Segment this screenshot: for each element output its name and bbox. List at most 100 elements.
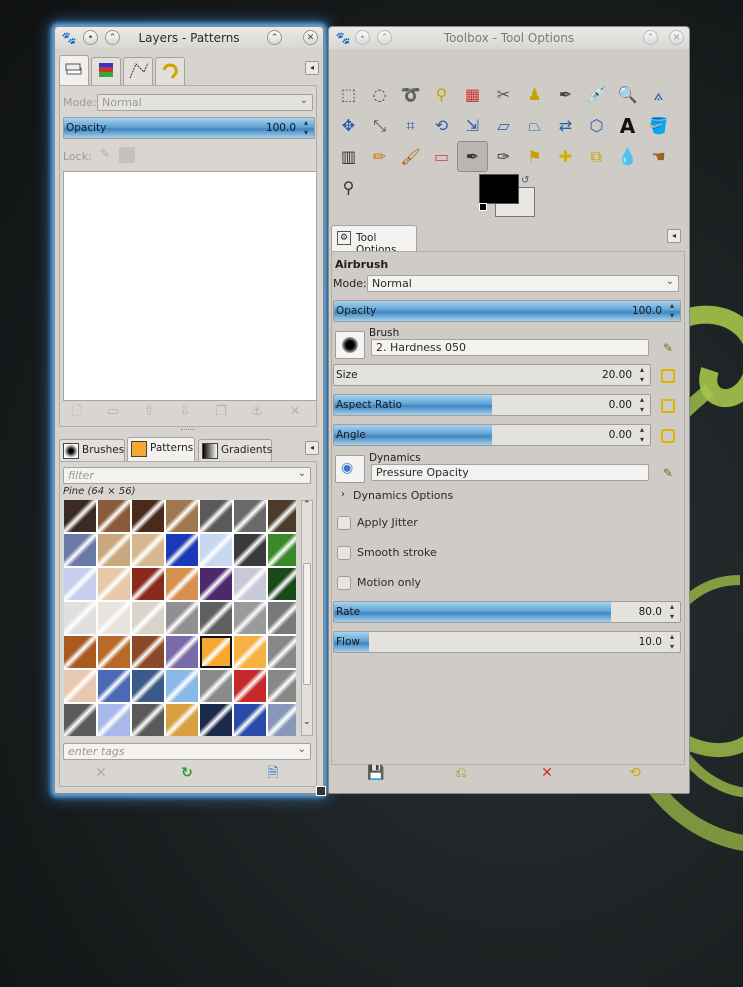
pattern-swatch[interactable] <box>98 670 130 702</box>
motion-only-checkbox[interactable] <box>337 576 351 590</box>
tags-input[interactable]: enter tags ⌄ <box>63 743 311 760</box>
ink-icon[interactable]: ✑ <box>488 141 519 172</box>
pattern-swatch[interactable] <box>64 500 96 532</box>
tab-patterns[interactable]: Patterns <box>127 437 195 461</box>
fuzzy-select-icon[interactable]: ⚲ <box>426 79 457 110</box>
paintbrush-icon[interactable]: 🖌 <box>395 141 426 172</box>
scrollbar-thumb[interactable] <box>303 563 311 685</box>
pattern-swatch[interactable] <box>132 568 164 600</box>
dynamics-options-expander[interactable]: Dynamics Options <box>353 489 453 502</box>
apply-jitter-checkbox[interactable] <box>337 516 351 530</box>
pattern-grid[interactable] <box>64 500 296 736</box>
pattern-swatch[interactable] <box>64 636 96 668</box>
dodge-burn-icon[interactable]: ⚲ <box>333 172 364 203</box>
pattern-swatch[interactable] <box>132 534 164 566</box>
rate-spin[interactable]: Rate 80.0 ▴ ▾ <box>333 601 681 623</box>
pattern-swatch[interactable] <box>98 534 130 566</box>
rect-select-icon[interactable]: ⬚ <box>333 79 364 110</box>
smooth-stroke-checkbox[interactable] <box>337 546 351 560</box>
layers-list[interactable] <box>63 171 317 401</box>
tab-paths[interactable] <box>123 57 153 85</box>
swap-colors-icon[interactable]: ↺ <box>521 175 529 186</box>
pattern-swatch[interactable] <box>166 568 198 600</box>
resize-handle[interactable] <box>316 786 326 796</box>
layers-titlebar[interactable]: 🐾 • ⌃ Layers - Patterns ⌃ ✕ <box>55 27 323 49</box>
flip-icon[interactable]: ⇄ <box>550 110 581 141</box>
refresh-patterns-icon[interactable]: ↻ <box>179 765 195 781</box>
delete-pattern-icon[interactable]: ✕ <box>93 765 109 781</box>
toolbox-titlebar[interactable]: 🐾 • ⌃ Toolbox - Tool Options ⌃ ✕ <box>329 27 689 49</box>
tab-tool-options[interactable]: ⚙ Tool Options <box>331 225 417 256</box>
filter-input[interactable]: filter ⌄ <box>63 467 311 484</box>
pattern-swatch[interactable] <box>234 602 266 634</box>
pattern-swatch[interactable] <box>64 670 96 702</box>
foreground-color-swatch[interactable] <box>479 174 519 204</box>
spin-arrows-icon[interactable]: ▴ ▾ <box>635 365 649 385</box>
smudge-icon[interactable]: ☚ <box>643 141 674 172</box>
pattern-swatch[interactable] <box>166 670 198 702</box>
opacity-spin[interactable]: Opacity 100.0 ▴ ▾ <box>333 300 681 322</box>
tab-brushes[interactable]: Brushes <box>59 439 125 461</box>
delete-layer-icon[interactable]: ✕ <box>287 404 303 420</box>
blur-sharpen-icon[interactable]: 💧 <box>612 141 643 172</box>
layer-mode-select[interactable]: Normal ⌄ <box>97 94 313 111</box>
reset-angle-icon[interactable] <box>661 429 675 443</box>
close-icon[interactable]: ✕ <box>303 30 318 45</box>
pattern-swatch[interactable] <box>268 602 296 634</box>
pattern-swatch[interactable] <box>98 500 130 532</box>
tool-options-menu-icon[interactable]: ◂ <box>667 229 681 243</box>
pattern-swatch[interactable] <box>268 500 296 532</box>
pattern-swatch[interactable] <box>98 602 130 634</box>
pattern-swatch[interactable] <box>268 704 296 736</box>
pattern-swatch[interactable] <box>200 670 232 702</box>
spin-arrows-icon[interactable]: ▴ ▾ <box>299 118 313 138</box>
measure-icon[interactable]: ⟑ <box>643 79 674 110</box>
dynamics-preview[interactable]: ◉ <box>335 455 365 483</box>
pattern-swatch[interactable] <box>234 534 266 566</box>
pattern-swatch[interactable] <box>166 500 198 532</box>
pattern-swatch[interactable] <box>268 534 296 566</box>
crop-icon[interactable]: ⌗ <box>395 110 426 141</box>
angle-spin[interactable]: Angle 0.00 ▴ ▾ <box>333 424 651 446</box>
lower-layer-icon[interactable]: ⇩ <box>177 404 193 420</box>
default-colors-icon[interactable] <box>479 203 487 211</box>
pattern-swatch[interactable] <box>132 602 164 634</box>
spin-arrows-icon[interactable]: ▴ ▾ <box>665 602 679 622</box>
tab-gradients[interactable]: Gradients <box>198 439 272 461</box>
pattern-swatch[interactable] <box>200 534 232 566</box>
maximize-chevron-icon[interactable]: ⌃ <box>643 30 658 45</box>
pattern-swatch[interactable] <box>234 636 266 668</box>
pattern-swatch[interactable] <box>234 568 266 600</box>
patterns-panel-menu-icon[interactable]: ◂ <box>305 441 319 455</box>
spin-arrows-icon[interactable]: ▴ ▾ <box>665 632 679 652</box>
clone-icon[interactable]: ⚑ <box>519 141 550 172</box>
free-select-icon[interactable]: ➰ <box>395 79 426 110</box>
restore-options-icon[interactable]: ⎌ <box>453 765 469 781</box>
cage-transform-icon[interactable]: ⬡ <box>581 110 612 141</box>
move-icon[interactable]: ✥ <box>333 110 364 141</box>
pattern-swatch[interactable] <box>200 636 232 668</box>
brush-name-field[interactable]: 2. Hardness 050 <box>371 339 649 356</box>
pattern-swatch[interactable] <box>132 500 164 532</box>
scroll-up-icon[interactable]: ⌃ <box>303 500 311 510</box>
expander-arrow-icon[interactable]: › <box>341 489 345 500</box>
pattern-swatch[interactable] <box>268 670 296 702</box>
duplicate-layer-icon[interactable]: ❐ <box>213 404 229 420</box>
raise-layer-icon[interactable]: ⇧ <box>141 404 157 420</box>
pane-divider-handle[interactable] <box>181 429 195 432</box>
pattern-swatch[interactable] <box>200 704 232 736</box>
pattern-swatch[interactable] <box>132 704 164 736</box>
reset-options-icon[interactable]: ⟲ <box>627 765 643 781</box>
pattern-swatch[interactable] <box>64 534 96 566</box>
color-picker-icon[interactable]: 💉 <box>581 79 612 110</box>
rotate-icon[interactable]: ⟲ <box>426 110 457 141</box>
spin-arrows-icon[interactable]: ▴ ▾ <box>665 301 679 321</box>
spin-arrows-icon[interactable]: ▴ ▾ <box>635 395 649 415</box>
perspective-clone-icon[interactable]: ⧉ <box>581 141 612 172</box>
ellipse-select-icon[interactable]: ◌ <box>364 79 395 110</box>
pattern-swatch[interactable] <box>64 602 96 634</box>
save-options-icon[interactable]: 💾 <box>367 765 384 781</box>
reset-size-icon[interactable] <box>661 369 675 383</box>
pattern-swatch[interactable] <box>234 704 266 736</box>
heal-icon[interactable]: ✚ <box>550 141 581 172</box>
